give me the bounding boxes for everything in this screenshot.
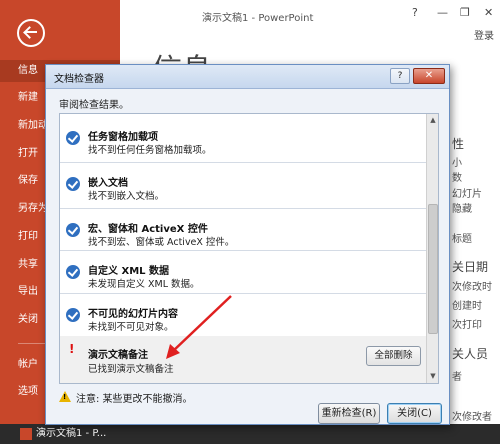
annotation-arrow-shaft (171, 295, 232, 353)
annotation-arrow (166, 295, 232, 359)
